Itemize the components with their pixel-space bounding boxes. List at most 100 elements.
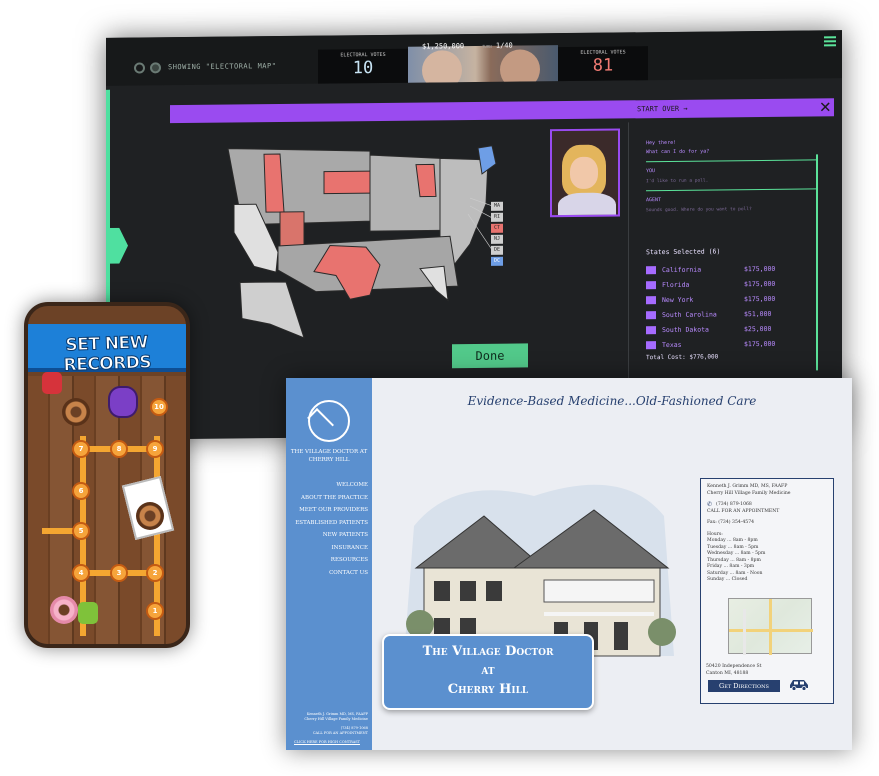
chat-agent-label: AGENT (646, 197, 662, 204)
car-icon[interactable] (788, 677, 810, 691)
right-votes-value: 81 (592, 55, 614, 76)
agent-avatar (550, 128, 620, 218)
nav-resources[interactable]: RESOURCES (290, 557, 368, 570)
radio-option-icon[interactable] (134, 62, 145, 74)
phone-icon: ✆ (707, 501, 713, 508)
level-node-2[interactable]: 2 (146, 564, 164, 582)
info-phone: (734) 879-1068 (716, 502, 752, 507)
state-row-new-york[interactable]: New York $175,000 (646, 291, 796, 308)
california-shape-icon (646, 265, 656, 274)
title-line-1: The Village Doctor (422, 644, 554, 659)
south-dakota-shape-icon (646, 325, 656, 334)
state-row-florida[interactable]: Florida $175,000 (646, 276, 796, 293)
chat-agent-text: Sounds good. Where do you want to poll? (646, 207, 752, 214)
mobile-game-screenshot: SET NEW RECORDS 7 8 9 6 5 4 3 2 1 10 (24, 302, 190, 648)
grape-character-icon (108, 386, 138, 418)
state-name: California (662, 265, 702, 274)
state-name: New York (662, 295, 694, 304)
get-directions-button[interactable]: Get Directions (708, 680, 780, 692)
modal-header-bar (170, 98, 834, 124)
close-icon[interactable]: ✕ (819, 98, 832, 116)
left-electoral-votes: ELECTORAL VOTES 10 (318, 48, 408, 84)
sidebar-footer: Kenneth J. Grimm MD, MS, FAAFP Cherry Hi… (290, 712, 368, 736)
map-state-central[interactable] (369, 154, 451, 232)
hours-row: Sunday ... Closed (707, 577, 748, 582)
state-cost: $175,000 (744, 339, 776, 348)
state-cost: $51,000 (744, 309, 772, 318)
nav-insurance[interactable]: INSURANCE (290, 545, 368, 558)
side-arrow-icon[interactable] (106, 228, 128, 264)
candidate-face-left (422, 50, 462, 83)
state-cost: $25,000 (744, 324, 772, 333)
location-map[interactable] (728, 598, 813, 655)
chat-you-text: I'd like to run a poll. (646, 178, 709, 185)
legend-dc[interactable]: DC (491, 256, 503, 266)
view-label: SHOWING "ELECTORAL MAP" (168, 62, 277, 72)
selected-states-list: States Selected (6) California $175,000 F… (646, 247, 796, 362)
map-state-idaho[interactable] (263, 153, 285, 213)
address-line-1: 50420 Independence St (706, 664, 762, 669)
nav-established-patients[interactable]: ESTABLISHED PATIENTS (290, 520, 368, 533)
nav-welcome[interactable]: WELCOME (290, 482, 368, 495)
level-node-8[interactable]: 8 (110, 440, 128, 458)
total-cost: Total Cost: $776,000 (646, 353, 719, 362)
florida-shape-icon (646, 280, 656, 289)
village-doctor-website: THE VILLAGE DOCTOR AT CHERRY HILL WELCOM… (286, 378, 852, 750)
legend-ma[interactable]: MA (491, 201, 503, 211)
site-headline: Evidence-Based Medicine...Old-Fashioned … (467, 394, 757, 408)
legend-ct[interactable]: CT (491, 223, 503, 233)
pink-donut-icon (50, 596, 78, 624)
legend-nj[interactable]: NJ (491, 234, 503, 244)
practice-title-box: The Village Doctor at Cherry Hill (382, 634, 594, 710)
radio-option-selected-icon[interactable] (150, 62, 161, 74)
state-row-california[interactable]: California $175,000 (646, 261, 796, 278)
chat-greeting-1: Hey there! (646, 139, 677, 147)
map-state-utah[interactable] (279, 211, 305, 247)
practice-address: 50420 Independence St Canton MI, 48188 (706, 664, 762, 677)
legend-ri[interactable]: RI (491, 212, 503, 222)
state-cost: $175,000 (744, 264, 776, 273)
state-row-south-carolina[interactable]: South Carolina $51,000 (646, 306, 796, 323)
candidate-face-right (500, 49, 540, 83)
nav-new-patients[interactable]: NEW PATIENTS (290, 532, 368, 545)
level-node-3[interactable]: 3 (110, 564, 128, 582)
soda-can-icon (42, 372, 62, 394)
high-contrast-link[interactable]: CLICK HERE FOR HIGH CONTRAST (294, 740, 360, 744)
hamburger-menu-icon[interactable] (824, 36, 836, 48)
chat-scrollbar[interactable] (816, 154, 818, 371)
level-node-1[interactable]: 1 (146, 602, 164, 620)
title-line-3: Cherry Hill (447, 682, 529, 697)
house-stethoscope-logo-icon[interactable] (307, 400, 350, 442)
state-name: Florida (662, 280, 690, 289)
state-name: South Dakota (662, 325, 709, 334)
address-line-2: Canton MI, 48188 (706, 670, 749, 676)
nav-about[interactable]: ABOUT THE PRACTICE (290, 495, 368, 508)
level-node-5[interactable]: 5 (72, 522, 90, 540)
start-over-button[interactable]: START OVER → (637, 105, 688, 114)
sidebar-footer-call: CALL FOR AN APPOINTMENT (312, 731, 368, 735)
donut-icon (136, 502, 164, 530)
title-line-2: at (481, 663, 495, 678)
nav-providers[interactable]: MEET OUR PROVIDERS (290, 507, 368, 520)
campaign-funds: $1,250,000 (422, 42, 465, 51)
states-header: States Selected (6) (646, 247, 721, 257)
state-row-south-dakota[interactable]: South Dakota $25,000 (646, 321, 796, 338)
map-state-michigan[interactable] (415, 163, 437, 198)
green-can-icon (78, 602, 98, 624)
state-cost: $175,000 (744, 279, 776, 288)
level-node-7[interactable]: 7 (72, 440, 90, 458)
map-state-south-dakota[interactable] (323, 170, 371, 195)
level-node-4[interactable]: 4 (72, 564, 90, 582)
map-state-alaska[interactable] (239, 281, 305, 339)
level-node-6[interactable]: 6 (72, 482, 90, 500)
state-row-texas[interactable]: Texas $175,000 (646, 336, 796, 353)
level-node-9[interactable]: 9 (146, 440, 164, 458)
small-states-legend: MA RI CT NJ DE DC (491, 201, 503, 268)
done-button[interactable]: Done (452, 343, 528, 369)
us-electoral-map[interactable] (220, 140, 520, 343)
turn-value: 1/40 (495, 41, 513, 50)
legend-de[interactable]: DE (491, 245, 503, 255)
level-node-10[interactable]: 10 (150, 398, 168, 416)
chat-separator (646, 159, 816, 163)
nav-contact[interactable]: CONTACT US (290, 570, 368, 583)
